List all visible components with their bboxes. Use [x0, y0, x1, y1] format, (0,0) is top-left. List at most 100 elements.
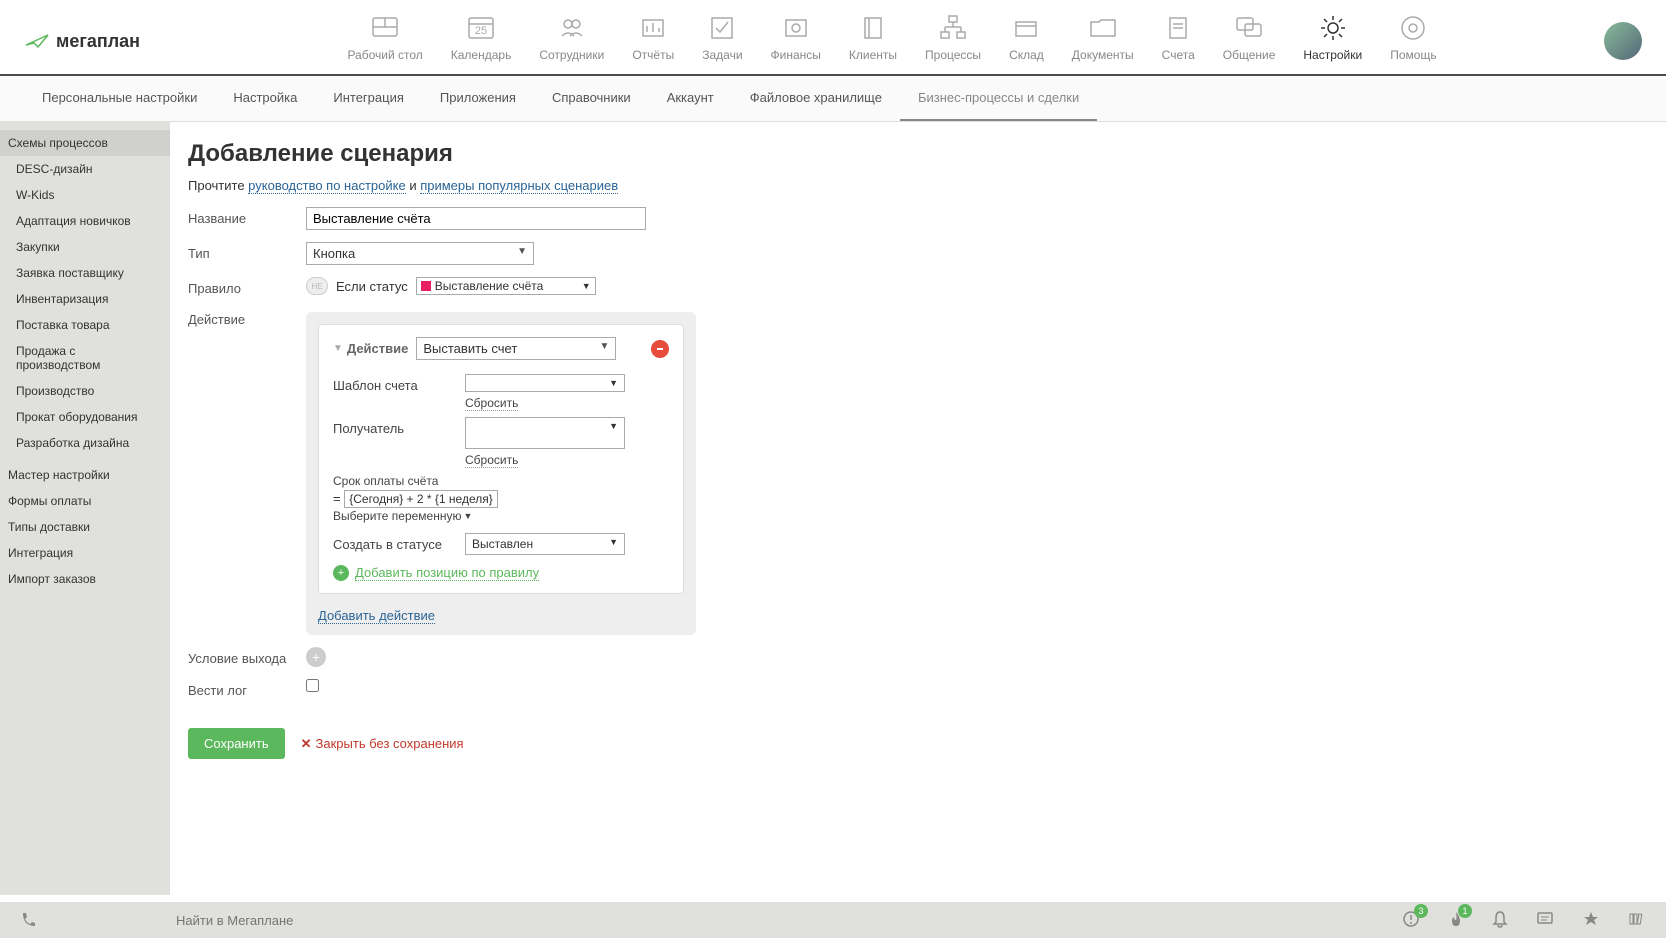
- desktop-icon: [369, 12, 401, 44]
- nav-label: Счета: [1162, 48, 1195, 62]
- cancel-link[interactable]: ✕ Закрыть без сохранения: [301, 736, 464, 752]
- nav-calendar[interactable]: 25Календарь: [437, 8, 526, 74]
- top-nav: мегаплан Рабочий стол 25КалендарьСотрудни…: [0, 0, 1666, 76]
- sidebar-scheme-item[interactable]: Продажа с производством: [0, 338, 170, 378]
- sidebar-scheme-item[interactable]: Адаптация новичков: [0, 208, 170, 234]
- not-toggle[interactable]: НЕ: [306, 277, 328, 295]
- folder-icon: [1087, 12, 1119, 44]
- footer-search-input[interactable]: [176, 913, 476, 928]
- subnav-item[interactable]: Настройка: [215, 76, 315, 121]
- subnav-item[interactable]: Персональные настройки: [24, 76, 215, 121]
- bell-icon[interactable]: [1492, 910, 1508, 931]
- nav-label: Календарь: [451, 48, 512, 62]
- sidebar: Схемы процессов DESC-дизайнW-KidsАдаптац…: [0, 122, 170, 895]
- gear-icon: [1317, 12, 1349, 44]
- hint-link-guide[interactable]: руководство по настройке: [248, 178, 406, 194]
- people-icon: [556, 12, 588, 44]
- fire-icon[interactable]: 1: [1448, 910, 1464, 931]
- help-icon: [1397, 12, 1429, 44]
- create-status-select[interactable]: Выставлен▼: [465, 533, 625, 555]
- nav-check[interactable]: Задачи: [688, 8, 756, 74]
- sidebar-extra-item[interactable]: Мастер настройки: [0, 462, 170, 488]
- sidebar-scheme-item[interactable]: Заявка поставщику: [0, 260, 170, 286]
- status-color-icon: [421, 281, 431, 291]
- nav-book[interactable]: Клиенты: [835, 8, 911, 74]
- sidebar-extra-item[interactable]: Интеграция: [0, 540, 170, 566]
- nav-safe[interactable]: Финансы: [757, 8, 835, 74]
- subnav-item[interactable]: Интеграция: [315, 76, 422, 121]
- sidebar-extra-item[interactable]: Формы оплаты: [0, 488, 170, 514]
- alert-icon[interactable]: 3: [1402, 910, 1420, 931]
- sidebar-scheme-item[interactable]: Инвентаризация: [0, 286, 170, 312]
- add-position-link[interactable]: Добавить позицию по правилу: [355, 565, 539, 581]
- sidebar-scheme-item[interactable]: DESC-дизайн: [0, 156, 170, 182]
- sidebar-extra-item[interactable]: Импорт заказов: [0, 566, 170, 592]
- template-select[interactable]: ▼: [465, 374, 625, 392]
- chevron-down-icon: ▼: [609, 421, 618, 445]
- subnav-item[interactable]: Приложения: [422, 76, 534, 121]
- due-formula-input[interactable]: {Сегодня} + 2 * {1 неделя}: [344, 490, 498, 508]
- sidebar-scheme-item[interactable]: Прокат оборудования: [0, 404, 170, 430]
- sidebar-scheme-item[interactable]: Разработка дизайна: [0, 430, 170, 456]
- library-icon[interactable]: [1628, 911, 1646, 930]
- nav-people[interactable]: Сотрудники: [525, 8, 618, 74]
- label-action: Действие: [188, 308, 306, 327]
- label-name: Название: [188, 207, 306, 226]
- nav-help[interactable]: Помощь: [1376, 8, 1450, 74]
- nav-label: Настройки: [1303, 48, 1362, 62]
- star-icon[interactable]: [1582, 910, 1600, 931]
- nav-flow[interactable]: Процессы: [911, 8, 995, 74]
- footer-bar: 3 1: [0, 902, 1666, 938]
- nav-chart[interactable]: Отчёты: [618, 8, 688, 74]
- sidebar-extra-item[interactable]: Типы доставки: [0, 514, 170, 540]
- label-rule: Правило: [188, 277, 306, 296]
- subnav-item[interactable]: Файловое хранилище: [732, 76, 900, 121]
- remove-action-button[interactable]: [651, 340, 669, 358]
- save-button[interactable]: Сохранить: [188, 728, 285, 759]
- status-select[interactable]: Выставление счёта ▼: [416, 277, 596, 295]
- sidebar-scheme-item[interactable]: W-Kids: [0, 182, 170, 208]
- page-title: Добавление сценария: [188, 140, 1638, 168]
- nav-desktop[interactable]: Рабочий стол: [333, 8, 436, 74]
- nav-chat[interactable]: Общение: [1209, 8, 1290, 74]
- plus-icon[interactable]: +: [333, 565, 349, 581]
- type-select[interactable]: Кнопка▼: [306, 242, 534, 265]
- name-input[interactable]: [306, 207, 646, 230]
- recipient-select[interactable]: ▼: [465, 417, 625, 449]
- phone-icon[interactable]: [20, 911, 36, 930]
- chevron-down-icon: ▼: [582, 281, 591, 291]
- logo[interactable]: мегаплан: [24, 31, 140, 52]
- action-card: ▼ Действие Выставить счет▼ Шаблон счета: [318, 324, 684, 594]
- choose-variable-link[interactable]: Выберите переменную▼: [333, 509, 472, 523]
- nav-invoice[interactable]: Счета: [1148, 8, 1209, 74]
- action-type-select[interactable]: Выставить счет▼: [416, 337, 616, 360]
- add-action-link[interactable]: Добавить действие: [318, 608, 435, 624]
- nav-gear[interactable]: Настройки: [1289, 8, 1376, 74]
- user-avatar[interactable]: [1604, 22, 1642, 60]
- sidebar-scheme-item[interactable]: Поставка товара: [0, 312, 170, 338]
- subnav-item[interactable]: Бизнес-процессы и сделки: [900, 76, 1097, 121]
- add-exit-button[interactable]: +: [306, 647, 326, 667]
- box-icon: [1010, 12, 1042, 44]
- minus-icon: [655, 344, 665, 354]
- sidebar-scheme-item[interactable]: Закупки: [0, 234, 170, 260]
- label-log: Вести лог: [188, 679, 306, 698]
- chevron-down-icon: ▼: [463, 511, 472, 521]
- collapse-icon[interactable]: ▼: [333, 343, 343, 354]
- nav-label: Рабочий стол: [347, 48, 422, 62]
- sidebar-scheme-item[interactable]: Производство: [0, 378, 170, 404]
- subnav-item[interactable]: Аккаунт: [649, 76, 732, 121]
- message-icon[interactable]: [1536, 911, 1554, 930]
- nav-label: Общение: [1223, 48, 1276, 62]
- nav-folder[interactable]: Документы: [1058, 8, 1148, 74]
- template-reset[interactable]: Сбросить: [465, 396, 518, 411]
- recipient-reset[interactable]: Сбросить: [465, 453, 518, 468]
- action-panel: ▼ Действие Выставить счет▼ Шаблон счета: [306, 312, 696, 635]
- log-checkbox[interactable]: [306, 679, 319, 692]
- nav-label: Клиенты: [849, 48, 897, 62]
- flow-icon: [937, 12, 969, 44]
- add-position-row: + Добавить позицию по правилу: [333, 565, 669, 581]
- hint-link-examples[interactable]: примеры популярных сценариев: [420, 178, 618, 194]
- nav-box[interactable]: Склад: [995, 8, 1058, 74]
- subnav-item[interactable]: Справочники: [534, 76, 649, 121]
